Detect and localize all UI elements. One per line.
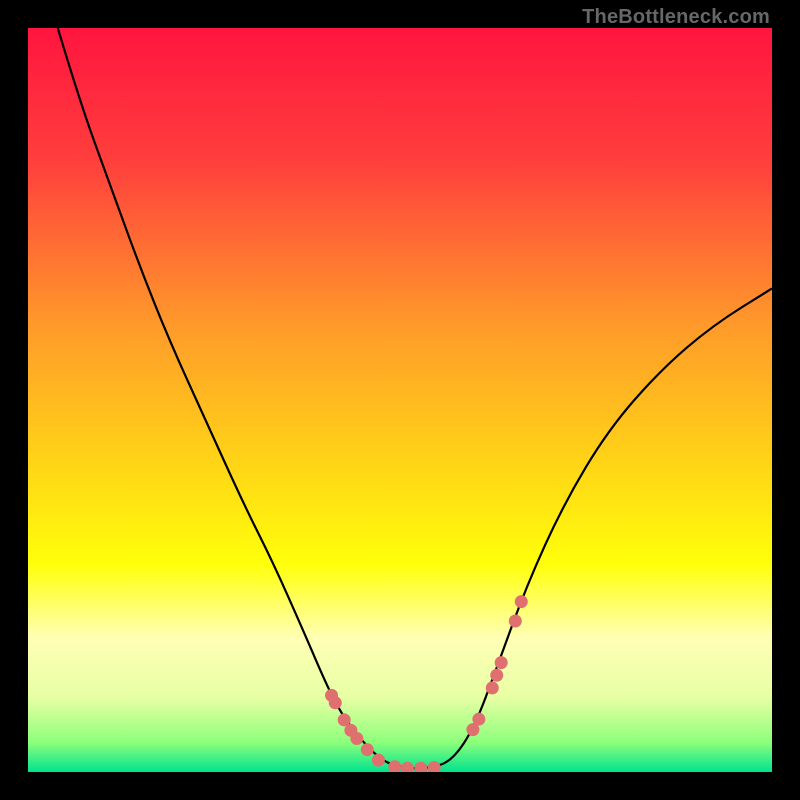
- marker-dot: [495, 656, 508, 669]
- marker-dot: [472, 713, 485, 726]
- gradient-bg: [28, 28, 772, 772]
- chart-svg: [28, 28, 772, 772]
- marker-dot: [372, 754, 385, 767]
- marker-dot: [490, 669, 503, 682]
- chart-area: [28, 28, 772, 772]
- marker-dot: [350, 732, 363, 745]
- marker-dot: [361, 743, 374, 756]
- marker-dot: [509, 614, 522, 627]
- watermark-text: TheBottleneck.com: [582, 6, 770, 29]
- marker-dot: [515, 595, 528, 608]
- marker-dot: [486, 681, 499, 694]
- marker-dot: [329, 696, 342, 709]
